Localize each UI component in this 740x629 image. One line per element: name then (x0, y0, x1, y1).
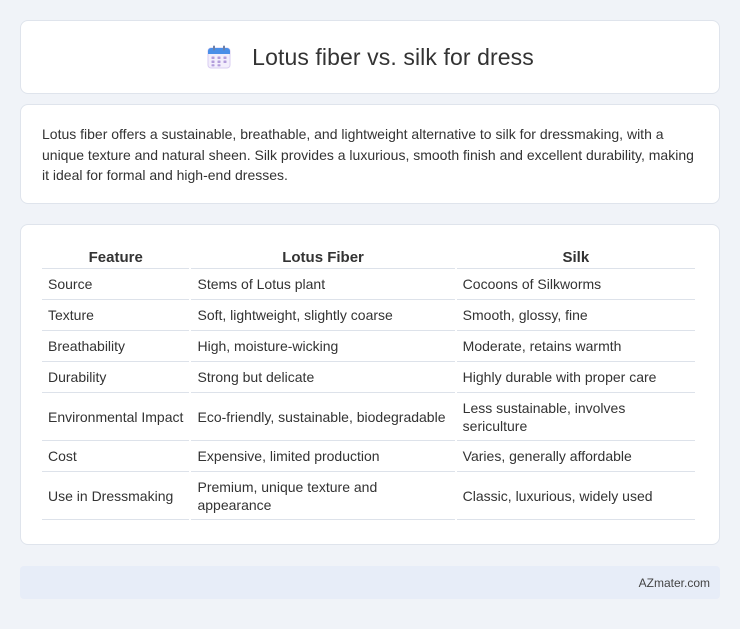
table-row: Environmental Impact Eco-friendly, susta… (42, 393, 695, 441)
lotus-cell: Expensive, limited production (191, 441, 455, 472)
comparison-table: Feature Lotus Fiber Silk Source Stems of… (40, 245, 697, 520)
feature-cell: Source (42, 269, 190, 300)
table-row: Source Stems of Lotus plant Cocoons of S… (42, 269, 695, 300)
feature-cell: Breathability (42, 331, 190, 362)
header-lotus-fiber: Lotus Fiber (191, 245, 455, 269)
page-title: Lotus fiber vs. silk for dress (252, 43, 534, 70)
lotus-cell: Eco-friendly, sustainable, biodegradable (191, 393, 455, 441)
title-card: Lotus fiber vs. silk for dress (20, 20, 720, 94)
footer-site-label: AZmater.com (638, 575, 710, 590)
table-row: Texture Soft, lightweight, slightly coar… (42, 300, 695, 331)
table-row: Breathability High, moisture-wicking Mod… (42, 331, 695, 362)
lotus-cell: Strong but delicate (191, 362, 455, 393)
feature-cell: Cost (42, 441, 190, 472)
header-feature: Feature (42, 245, 190, 269)
header-silk: Silk (456, 245, 695, 269)
lotus-cell: Soft, lightweight, slightly coarse (191, 300, 455, 331)
intro-text: Lotus fiber offers a sustainable, breath… (42, 126, 694, 183)
feature-cell: Texture (42, 300, 190, 331)
silk-cell: Varies, generally affordable (456, 441, 695, 472)
calendar-icon (207, 45, 231, 69)
comparison-card: Feature Lotus Fiber Silk Source Stems of… (20, 224, 720, 545)
lotus-cell: High, moisture-wicking (191, 331, 455, 362)
title-wrap: Lotus fiber vs. silk for dress (206, 44, 534, 71)
silk-cell: Less sustainable, involves sericulture (456, 393, 695, 441)
intro-card: Lotus fiber offers a sustainable, breath… (20, 104, 720, 204)
silk-cell: Classic, luxurious, widely used (456, 472, 695, 520)
silk-cell: Highly durable with proper care (456, 362, 695, 393)
table-row: Use in Dressmaking Premium, unique textu… (42, 472, 695, 520)
feature-cell: Durability (42, 362, 190, 393)
silk-cell: Cocoons of Silkworms (456, 269, 695, 300)
table-row: Durability Strong but delicate Highly du… (42, 362, 695, 393)
silk-cell: Smooth, glossy, fine (456, 300, 695, 331)
table-row: Cost Expensive, limited production Varie… (42, 441, 695, 472)
footer-bar: AZmater.com (20, 566, 720, 599)
lotus-cell: Stems of Lotus plant (191, 269, 455, 300)
feature-cell: Environmental Impact (42, 393, 190, 441)
table-header-row: Feature Lotus Fiber Silk (42, 245, 695, 269)
feature-cell: Use in Dressmaking (42, 472, 190, 520)
lotus-cell: Premium, unique texture and appearance (191, 472, 455, 520)
silk-cell: Moderate, retains warmth (456, 331, 695, 362)
